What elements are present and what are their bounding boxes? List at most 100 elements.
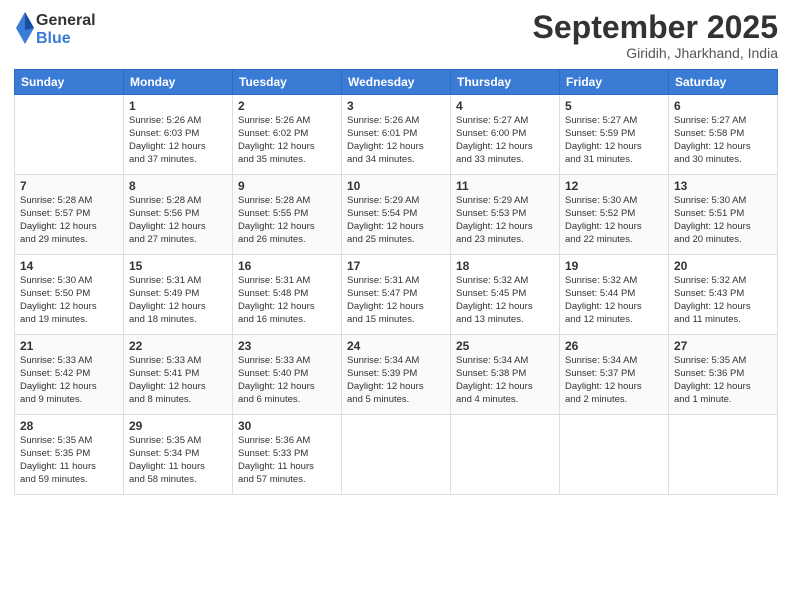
table-row: 2Sunrise: 5:26 AM Sunset: 6:02 PM Daylig… [233, 95, 342, 175]
table-row: 23 Sunrise: 5:33 AM Sunset: 5:40 PM Dayli… [233, 335, 342, 415]
table-row [669, 415, 778, 495]
cell-info: Sunrise: 5:27 AM Sunset: 5:59 PM Dayligh… [565, 115, 663, 166]
day-number: 4 [456, 99, 554, 113]
logo-general: General [36, 12, 96, 30]
cell-info: Sunrise: 5:28 AM Sunset: 5:55 PM Dayligh… [238, 195, 336, 246]
cell-info: Sunrise: 5:26 AM Sunset: 6:01 PM Dayligh… [347, 115, 445, 166]
calendar-week-row: 1 Sunrise: 5:26 AM Sunset: 6:03 PM Daylig… [15, 95, 778, 175]
header-tuesday: Tuesday [233, 70, 342, 95]
cell-info: Sunrise: 5:29 AM Sunset: 5:53 PM Dayligh… [456, 195, 554, 246]
title-block: September 2025 Giridih, Jharkhand, India [533, 10, 778, 61]
table-row: 17 Sunrise: 5:31 AM Sunset: 5:47 PM Dayli… [342, 255, 451, 335]
header-saturday: Saturday [669, 70, 778, 95]
header-thursday: Thursday [451, 70, 560, 95]
table-row: 1 Sunrise: 5:26 AM Sunset: 6:03 PM Daylig… [124, 95, 233, 175]
table-row [342, 415, 451, 495]
cell-info: Sunrise: 5:26 AM Sunset: 6:02 PM Dayligh… [238, 115, 336, 166]
day-number: 12 [565, 179, 663, 193]
table-row: 9 Sunrise: 5:28 AM Sunset: 5:55 PM Daylig… [233, 175, 342, 255]
table-row: 19Sunrise: 5:32 AM Sunset: 5:44 PM Dayli… [560, 255, 669, 335]
day-number: 5 [565, 99, 663, 113]
month-title: September 2025 [533, 10, 778, 45]
table-row: 20Sunrise: 5:32 AM Sunset: 5:43 PM Dayli… [669, 255, 778, 335]
day-number: 7 [20, 179, 118, 193]
header-monday: Monday [124, 70, 233, 95]
logo-icon [14, 10, 36, 46]
cell-info: Sunrise: 5:34 AM Sunset: 5:38 PM Dayligh… [456, 355, 554, 406]
day-number: 14 [20, 259, 118, 273]
cell-info: Sunrise: 5:35 AM Sunset: 5:36 PM Dayligh… [674, 355, 772, 406]
day-number: 24 [347, 339, 445, 353]
table-row [451, 415, 560, 495]
day-number: 1 [129, 99, 227, 113]
cell-info: Sunrise: 5:36 AM Sunset: 5:33 PM Dayligh… [238, 435, 336, 486]
calendar-week-row: 14 Sunrise: 5:30 AM Sunset: 5:50 PM Dayli… [15, 255, 778, 335]
day-number: 22 [129, 339, 227, 353]
page: General Blue September 2025 Giridih, Jha… [0, 0, 792, 612]
day-number: 3 [347, 99, 445, 113]
table-row: 30 Sunrise: 5:36 AM Sunset: 5:33 PM Dayli… [233, 415, 342, 495]
cell-info: Sunrise: 5:30 AM Sunset: 5:52 PM Dayligh… [565, 195, 663, 246]
day-number: 9 [238, 179, 336, 193]
table-row: 25 Sunrise: 5:34 AM Sunset: 5:38 PM Dayli… [451, 335, 560, 415]
weekday-header-row: Sunday Monday Tuesday Wednesday Thursday… [15, 70, 778, 95]
logo: General Blue [14, 10, 96, 49]
header: General Blue September 2025 Giridih, Jha… [14, 10, 778, 61]
cell-info: Sunrise: 5:33 AM Sunset: 5:42 PM Dayligh… [20, 355, 118, 406]
day-number: 23 [238, 339, 336, 353]
cell-info: Sunrise: 5:31 AM Sunset: 5:48 PM Dayligh… [238, 275, 336, 326]
table-row: 12 Sunrise: 5:30 AM Sunset: 5:52 PM Dayli… [560, 175, 669, 255]
day-number: 8 [129, 179, 227, 193]
day-number: 21 [20, 339, 118, 353]
table-row: 27Sunrise: 5:35 AM Sunset: 5:36 PM Dayli… [669, 335, 778, 415]
table-row [15, 95, 124, 175]
cell-info: Sunrise: 5:34 AM Sunset: 5:39 PM Dayligh… [347, 355, 445, 406]
cell-info: Sunrise: 5:27 AM Sunset: 5:58 PM Dayligh… [674, 115, 772, 166]
table-row: 5 Sunrise: 5:27 AM Sunset: 5:59 PM Daylig… [560, 95, 669, 175]
logo-blue: Blue [36, 30, 96, 48]
table-row: 13 Sunrise: 5:30 AM Sunset: 5:51 PM Dayli… [669, 175, 778, 255]
table-row: 3 Sunrise: 5:26 AM Sunset: 6:01 PM Daylig… [342, 95, 451, 175]
table-row: 29 Sunrise: 5:35 AM Sunset: 5:34 PM Dayli… [124, 415, 233, 495]
day-number: 11 [456, 179, 554, 193]
cell-info: Sunrise: 5:30 AM Sunset: 5:51 PM Dayligh… [674, 195, 772, 246]
table-row: 28 Sunrise: 5:35 AM Sunset: 5:35 PM Dayli… [15, 415, 124, 495]
cell-info: Sunrise: 5:33 AM Sunset: 5:40 PM Dayligh… [238, 355, 336, 406]
day-number: 15 [129, 259, 227, 273]
header-wednesday: Wednesday [342, 70, 451, 95]
cell-info: Sunrise: 5:32 AM Sunset: 5:45 PM Dayligh… [456, 275, 554, 326]
day-number: 13 [674, 179, 772, 193]
cell-info: Sunrise: 5:28 AM Sunset: 5:56 PM Dayligh… [129, 195, 227, 246]
cell-info: Sunrise: 5:30 AM Sunset: 5:50 PM Dayligh… [20, 275, 118, 326]
cell-info: Sunrise: 5:32 AM Sunset: 5:43 PM Dayligh… [674, 275, 772, 326]
header-sunday: Sunday [15, 70, 124, 95]
table-row: 22Sunrise: 5:33 AM Sunset: 5:41 PM Dayli… [124, 335, 233, 415]
table-row: 6 Sunrise: 5:27 AM Sunset: 5:58 PM Daylig… [669, 95, 778, 175]
table-row: 21 Sunrise: 5:33 AM Sunset: 5:42 PM Dayli… [15, 335, 124, 415]
calendar-week-row: 21 Sunrise: 5:33 AM Sunset: 5:42 PM Dayli… [15, 335, 778, 415]
cell-info: Sunrise: 5:35 AM Sunset: 5:35 PM Dayligh… [20, 435, 118, 486]
calendar-week-row: 28 Sunrise: 5:35 AM Sunset: 5:35 PM Dayli… [15, 415, 778, 495]
cell-info: Sunrise: 5:35 AM Sunset: 5:34 PM Dayligh… [129, 435, 227, 486]
table-row: 18Sunrise: 5:32 AM Sunset: 5:45 PM Dayli… [451, 255, 560, 335]
table-row: 7Sunrise: 5:28 AM Sunset: 5:57 PM Daylig… [15, 175, 124, 255]
cell-info: Sunrise: 5:29 AM Sunset: 5:54 PM Dayligh… [347, 195, 445, 246]
day-number: 6 [674, 99, 772, 113]
day-number: 28 [20, 419, 118, 433]
table-row: 10 Sunrise: 5:29 AM Sunset: 5:54 PM Dayli… [342, 175, 451, 255]
cell-info: Sunrise: 5:26 AM Sunset: 6:03 PM Dayligh… [129, 115, 227, 166]
day-number: 26 [565, 339, 663, 353]
day-number: 29 [129, 419, 227, 433]
day-number: 25 [456, 339, 554, 353]
day-number: 30 [238, 419, 336, 433]
cell-info: Sunrise: 5:31 AM Sunset: 5:47 PM Dayligh… [347, 275, 445, 326]
cell-info: Sunrise: 5:32 AM Sunset: 5:44 PM Dayligh… [565, 275, 663, 326]
table-row [560, 415, 669, 495]
table-row: 4 Sunrise: 5:27 AM Sunset: 6:00 PM Daylig… [451, 95, 560, 175]
table-row: 11 Sunrise: 5:29 AM Sunset: 5:53 PM Dayli… [451, 175, 560, 255]
cell-info: Sunrise: 5:27 AM Sunset: 6:00 PM Dayligh… [456, 115, 554, 166]
cell-info: Sunrise: 5:31 AM Sunset: 5:49 PM Dayligh… [129, 275, 227, 326]
table-row: 24 Sunrise: 5:34 AM Sunset: 5:39 PM Dayli… [342, 335, 451, 415]
day-number: 10 [347, 179, 445, 193]
day-number: 17 [347, 259, 445, 273]
